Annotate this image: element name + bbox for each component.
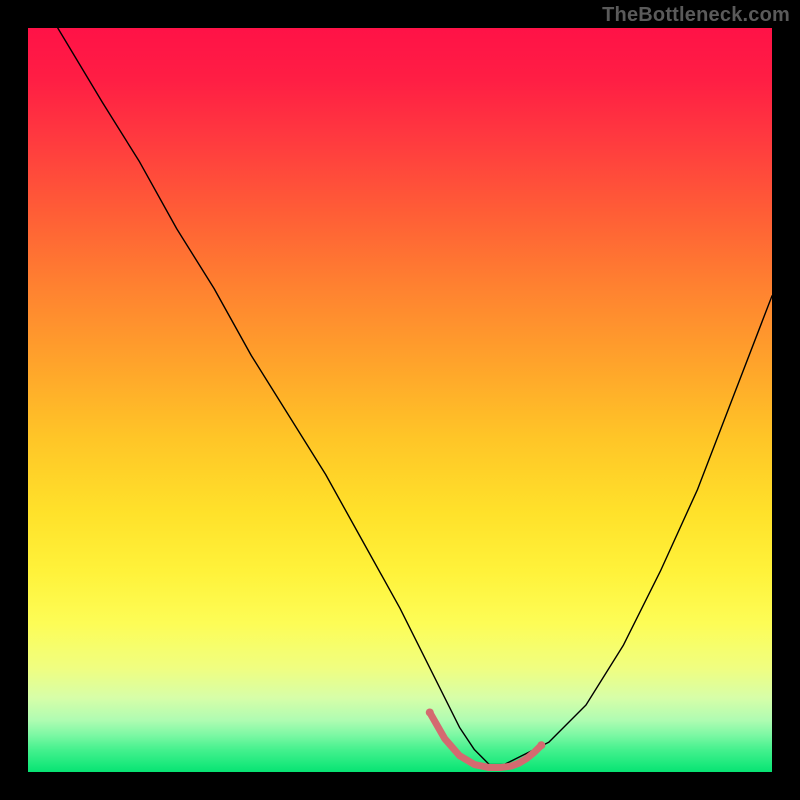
- bottleneck-chart: [0, 0, 800, 800]
- plot-background: [28, 28, 772, 772]
- chart-container: TheBottleneck.com: [0, 0, 800, 800]
- series-flat-minimum-highlight-endpoint: [426, 708, 434, 716]
- watermark-text: TheBottleneck.com: [602, 4, 790, 27]
- series-flat-minimum-highlight-endpoint: [537, 741, 545, 749]
